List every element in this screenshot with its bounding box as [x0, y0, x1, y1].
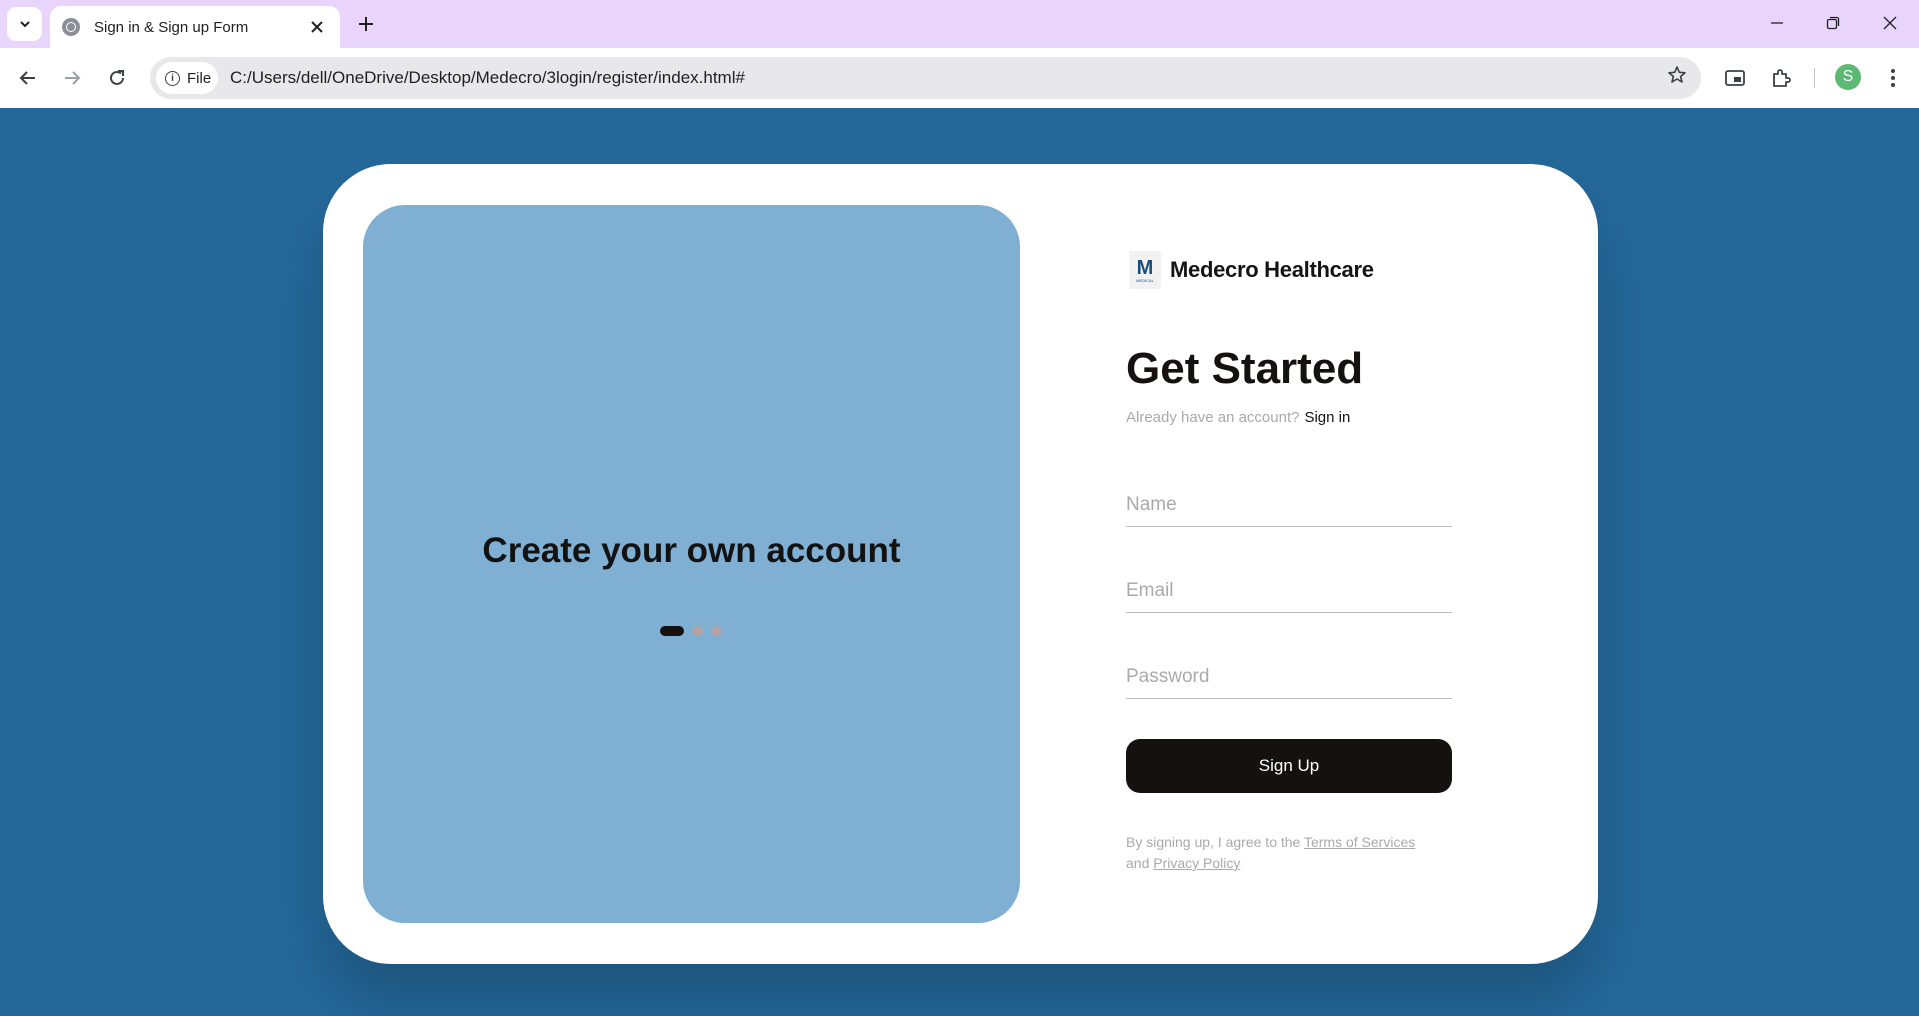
browser-toolbar: i File C:/Users/dell/OneDrive/Desktop/Me…	[0, 48, 1919, 108]
password-field[interactable]	[1126, 655, 1452, 699]
forward-button[interactable]	[55, 61, 89, 95]
extensions-button[interactable]	[1764, 61, 1798, 95]
page-title: Get Started	[1126, 344, 1364, 393]
terms-link[interactable]: Terms of Services	[1304, 834, 1415, 850]
toolbar-separator	[1814, 68, 1815, 88]
signup-form: M MEDICAL Medecro Healthcare Get Started…	[1126, 164, 1456, 964]
minimize-button[interactable]	[1754, 8, 1800, 38]
back-button[interactable]	[11, 61, 45, 95]
terms-prefix: By signing up, I agree to the	[1126, 834, 1301, 850]
email-field[interactable]	[1126, 569, 1452, 613]
carousel-panel: Create your own account	[363, 205, 1020, 923]
signin-link[interactable]: Sign in	[1304, 409, 1350, 426]
minimize-icon	[1771, 22, 1783, 24]
puzzle-icon	[1773, 69, 1791, 87]
browser-menu-button[interactable]	[1876, 61, 1910, 95]
url-text[interactable]: C:/Users/dell/OneDrive/Desktop/Medecro/3…	[230, 68, 745, 88]
logo-subtext: MEDICAL	[1136, 277, 1154, 283]
tab-search-button[interactable]	[7, 7, 42, 41]
profile-avatar[interactable]: S	[1835, 64, 1861, 90]
signin-prompt-text: Already have an account?	[1126, 409, 1300, 426]
restore-button[interactable]	[1810, 8, 1856, 38]
brand-name: Medecro Healthcare	[1170, 257, 1374, 282]
site-info-label: File	[187, 69, 212, 87]
site-info-chip[interactable]: i File	[156, 62, 218, 94]
signup-button[interactable]: Sign Up	[1126, 739, 1452, 793]
arrow-left-icon	[19, 71, 35, 85]
arrow-right-icon	[65, 71, 81, 85]
picture-in-picture-button[interactable]	[1718, 61, 1752, 95]
chevron-down-icon	[19, 21, 30, 28]
picture-in-picture-icon	[1725, 70, 1745, 86]
reload-button[interactable]	[100, 61, 134, 95]
carousel-dot-1[interactable]	[660, 626, 684, 636]
reload-icon	[110, 70, 124, 85]
brand-logo: M MEDICAL	[1129, 251, 1161, 289]
browser-tabstrip: Sign in & Sign up Form	[0, 0, 1919, 48]
new-tab-button[interactable]	[352, 10, 380, 38]
name-field[interactable]	[1126, 483, 1452, 527]
close-tab-button[interactable]	[306, 16, 328, 38]
plus-icon	[359, 17, 373, 31]
terms-and: and	[1126, 855, 1150, 871]
carousel-dot-3[interactable]	[711, 626, 722, 636]
more-vertical-icon	[1891, 69, 1895, 87]
info-icon: i	[165, 70, 180, 86]
star-icon	[1668, 66, 1686, 83]
logo-letter: M	[1136, 256, 1154, 279]
carousel-indicators	[660, 625, 722, 637]
restore-icon	[1826, 16, 1840, 30]
terms-notice: By signing up, I agree to the Terms of S…	[1126, 832, 1456, 874]
auth-card: Create your own account M MEDICAL Medecr…	[323, 164, 1598, 964]
brand: M MEDICAL Medecro Healthcare	[1129, 251, 1374, 289]
privacy-link[interactable]: Privacy Policy	[1153, 855, 1240, 871]
signin-prompt: Already have an account? Sign in	[1126, 409, 1350, 426]
close-window-button[interactable]	[1867, 8, 1913, 38]
browser-tab[interactable]: Sign in & Sign up Form	[50, 6, 340, 48]
globe-icon	[62, 18, 80, 36]
address-bar[interactable]: i File C:/Users/dell/OneDrive/Desktop/Me…	[150, 57, 1701, 99]
tab-title: Sign in & Sign up Form	[94, 18, 249, 36]
bookmark-star-icon[interactable]	[1667, 65, 1687, 91]
close-icon	[1883, 16, 1897, 30]
carousel-heading: Create your own account	[482, 531, 901, 570]
carousel-dot-2[interactable]	[692, 626, 703, 636]
close-icon	[311, 21, 323, 33]
